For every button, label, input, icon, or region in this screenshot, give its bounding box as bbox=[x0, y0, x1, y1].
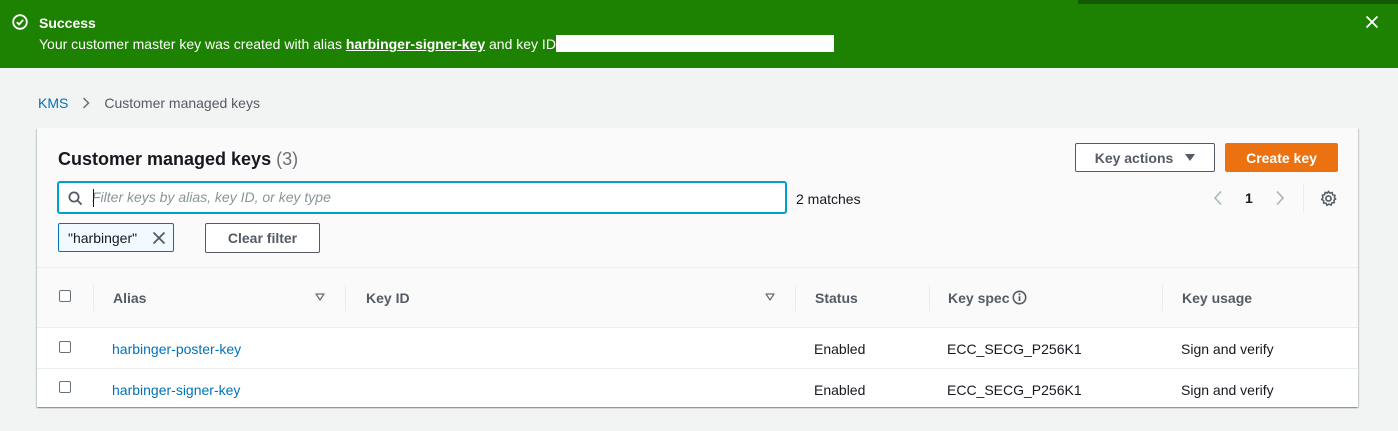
info-icon[interactable] bbox=[1012, 290, 1027, 305]
column-header-key-id[interactable]: Key ID bbox=[366, 289, 410, 307]
chevron-right-icon bbox=[83, 97, 90, 109]
close-icon[interactable] bbox=[1364, 14, 1380, 30]
pagination: 1 bbox=[1213, 184, 1337, 212]
select-all-checkbox[interactable] bbox=[59, 290, 71, 302]
row-key-spec: ECC_SECG_P256K1 bbox=[947, 341, 1082, 357]
table-row: harbinger-poster-key Enabled ECC_SECG_P2… bbox=[37, 328, 1358, 369]
success-check-icon bbox=[12, 14, 28, 30]
clear-filter-button[interactable]: Clear filter bbox=[205, 223, 320, 253]
key-actions-button[interactable]: Key actions bbox=[1075, 143, 1215, 172]
table-row: harbinger-signer-key Enabled ECC_SECG_P2… bbox=[37, 369, 1358, 409]
column-divider bbox=[93, 285, 94, 311]
column-divider bbox=[795, 285, 796, 311]
table-header-area: Customer managed keys (3) Key actions Cr… bbox=[37, 128, 1358, 268]
text-cursor bbox=[93, 189, 94, 207]
chevron-right-icon[interactable] bbox=[1275, 190, 1285, 206]
row-checkbox[interactable] bbox=[59, 381, 71, 393]
search-box[interactable] bbox=[58, 182, 786, 213]
page-title: Customer managed keys (3) bbox=[58, 148, 298, 170]
search-input[interactable] bbox=[92, 186, 772, 208]
sort-icon[interactable] bbox=[315, 293, 325, 301]
clear-filter-label: Clear filter bbox=[227, 230, 298, 246]
search-icon bbox=[68, 191, 83, 206]
row-key-spec: ECC_SECG_P256K1 bbox=[947, 382, 1082, 398]
row-checkbox[interactable] bbox=[59, 341, 71, 353]
flash-message-suffix: and key ID bbox=[485, 36, 556, 52]
flash-message-prefix: Your customer master key was created wit… bbox=[39, 36, 346, 52]
page-title-text: Customer managed keys bbox=[58, 149, 272, 169]
key-actions-label: Key actions bbox=[1094, 149, 1174, 166]
success-flash-banner: Success Your customer master key was cre… bbox=[0, 0, 1398, 68]
key-count: (3) bbox=[276, 149, 299, 169]
row-key-usage: Sign and verify bbox=[1181, 341, 1274, 357]
column-header-key-usage: Key usage bbox=[1182, 290, 1253, 306]
remove-token-icon[interactable] bbox=[152, 231, 166, 245]
column-divider bbox=[1162, 285, 1163, 311]
create-key-button[interactable]: Create key bbox=[1225, 143, 1338, 172]
row-status: Enabled bbox=[814, 341, 866, 357]
row-alias-link[interactable]: harbinger-poster-key bbox=[112, 340, 241, 358]
filter-token: "harbinger" bbox=[58, 223, 174, 252]
redacted-key-id bbox=[555, 35, 834, 52]
flash-title: Success bbox=[39, 15, 96, 31]
flash-message: Your customer master key was created wit… bbox=[39, 35, 834, 53]
column-header-status: Status bbox=[815, 290, 858, 306]
breadcrumb-current: Customer managed keys bbox=[104, 95, 260, 111]
keys-table-container: Customer managed keys (3) Key actions Cr… bbox=[37, 128, 1358, 407]
filter-token-label: "harbinger" bbox=[68, 230, 138, 246]
column-divider bbox=[345, 285, 346, 311]
flash-alias-link[interactable]: harbinger-signer-key bbox=[346, 36, 485, 52]
top-shadow bbox=[1078, 0, 1398, 4]
sort-icon[interactable] bbox=[765, 293, 775, 301]
row-key-usage: Sign and verify bbox=[1181, 382, 1274, 398]
row-alias-link[interactable]: harbinger-signer-key bbox=[112, 381, 240, 399]
table-column-headers: Alias Key ID Status Key spec Key usage bbox=[37, 268, 1358, 328]
column-divider bbox=[929, 285, 930, 311]
breadcrumb-kms[interactable]: KMS bbox=[38, 94, 68, 112]
page-number[interactable]: 1 bbox=[1245, 190, 1253, 206]
column-header-alias[interactable]: Alias bbox=[113, 289, 146, 307]
column-header-key-spec: Key spec bbox=[948, 290, 1010, 306]
breadcrumb: KMS Customer managed keys bbox=[38, 94, 260, 112]
chevron-left-icon[interactable] bbox=[1213, 190, 1223, 206]
pager-divider bbox=[1302, 184, 1304, 212]
settings-gear-icon[interactable] bbox=[1320, 190, 1337, 207]
create-key-label: Create key bbox=[1246, 149, 1317, 166]
row-status: Enabled bbox=[814, 382, 866, 398]
matches-count: 2 matches bbox=[796, 191, 861, 207]
caret-down-icon bbox=[1185, 154, 1196, 161]
